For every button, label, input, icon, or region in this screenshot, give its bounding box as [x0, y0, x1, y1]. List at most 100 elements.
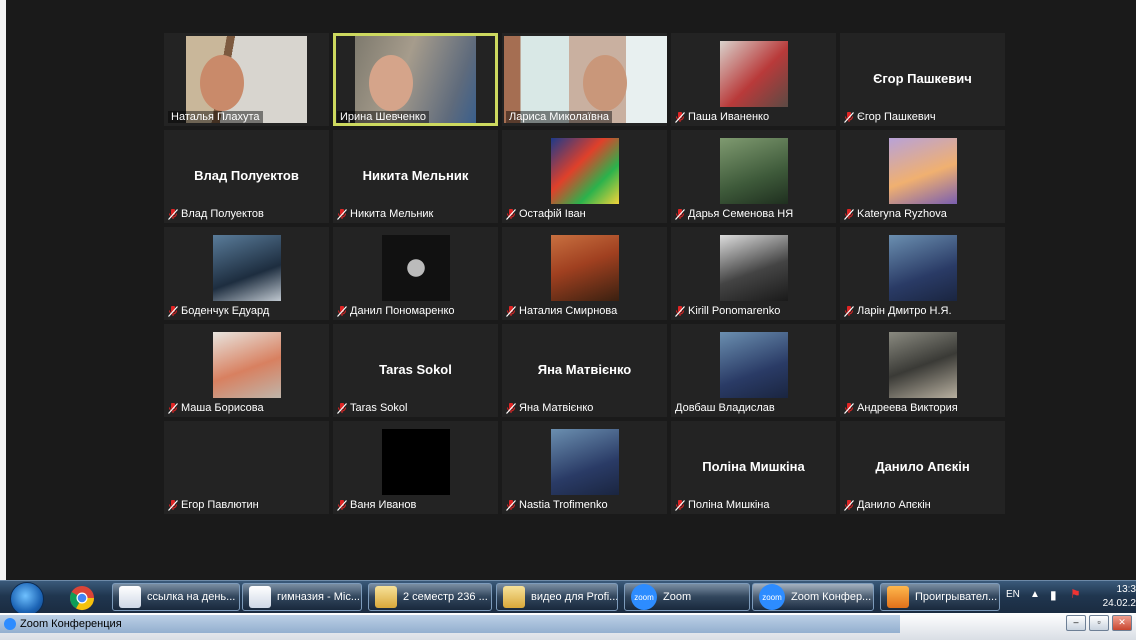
- participant-name: Taras Sokol: [350, 402, 408, 414]
- participant-name-display: Влад Полуектов: [194, 168, 299, 183]
- participant-tile[interactable]: Довбаш Владислав: [671, 324, 836, 417]
- participant-label: Наталия Смирнова: [506, 305, 617, 317]
- participant-tile[interactable]: Наталия Смирнова: [502, 227, 667, 320]
- muted-microphone-icon: [337, 208, 347, 220]
- taskbar-button[interactable]: Проигрывател...: [880, 583, 1000, 611]
- network-icon[interactable]: ▮: [1050, 588, 1057, 602]
- participant-label: Влад Полуектов: [168, 208, 264, 220]
- show-hidden-icons-icon[interactable]: ▲: [1030, 589, 1040, 600]
- zoom-logo-icon: [4, 618, 16, 630]
- participant-label: Наталья Плахута: [168, 111, 263, 123]
- taskbar-button-label: Zoom Конфер...: [791, 591, 872, 603]
- participant-tile[interactable]: Ирина Шевченко: [333, 33, 498, 126]
- participant-tile[interactable]: Данил Пономаренко: [333, 227, 498, 320]
- taskbar-button[interactable]: гимназия - Mic...: [242, 583, 362, 611]
- participant-face: [200, 55, 245, 112]
- muted-microphone-icon: [337, 499, 347, 511]
- muted-microphone-icon: [675, 208, 685, 220]
- participant-name: Данило Апєкін: [857, 499, 931, 511]
- profile-picture: [550, 429, 619, 495]
- muted-microphone-icon: [337, 305, 347, 317]
- participant-tile[interactable]: Данило Апєкін Данило Апєкін: [840, 421, 1005, 514]
- clock[interactable]: 13:3 24.02.2: [1100, 584, 1136, 609]
- participant-tile[interactable]: Ларін Дмитро Н.Я.: [840, 227, 1005, 320]
- participant-face: [369, 55, 414, 112]
- participant-tile[interactable]: Лариса Миколаївна: [502, 33, 667, 126]
- profile-picture: [888, 138, 957, 204]
- muted-microphone-icon: [675, 111, 685, 123]
- participant-tile[interactable]: Егор Павлютин: [164, 421, 329, 514]
- participant-name: Маша Борисова: [181, 402, 264, 414]
- participant-tile[interactable]: Kateryna Ryzhova: [840, 130, 1005, 223]
- language-indicator[interactable]: EN: [1006, 589, 1020, 600]
- taskbar-button[interactable]: zoom Zoom Конфер...: [752, 583, 874, 611]
- participant-tile[interactable]: Дарья Семенова НЯ: [671, 130, 836, 223]
- taskbar-button[interactable]: 2 семестр 236 ...: [368, 583, 492, 611]
- chrome-icon[interactable]: [58, 584, 106, 612]
- muted-microphone-icon: [675, 499, 685, 511]
- participant-tile[interactable]: Боденчук Едуард: [164, 227, 329, 320]
- profile-picture: [550, 235, 619, 301]
- participant-label: Nastia Trofimenko: [506, 499, 608, 511]
- participant-tile[interactable]: Никита Мельник Никита Мельник: [333, 130, 498, 223]
- participant-tile[interactable]: Паша Иваненко: [671, 33, 836, 126]
- taskbar-button-label: Zoom: [663, 591, 692, 603]
- close-button[interactable]: ✕: [1112, 615, 1132, 631]
- participant-tile[interactable]: Андреева Виктория: [840, 324, 1005, 417]
- profile-picture: [550, 138, 619, 204]
- participant-name: Никита Мельник: [350, 208, 434, 220]
- system-tray: EN ▲ ▮ ⚑ 13:3 24.02.2: [1006, 581, 1136, 614]
- participant-label: Taras Sokol: [337, 402, 407, 414]
- participant-tile[interactable]: Остафій Іван: [502, 130, 667, 223]
- participant-label: Довбаш Владислав: [675, 402, 775, 414]
- participant-name: Лариса Миколаївна: [509, 111, 610, 123]
- profile-picture: [381, 429, 450, 495]
- participant-tile[interactable]: Єгор Пашкевич Єгор Пашкевич: [840, 33, 1005, 126]
- participant-tile[interactable]: Kirill Ponomarenko: [671, 227, 836, 320]
- participant-label: Андреева Виктория: [844, 402, 958, 414]
- restore-button[interactable]: ▫: [1089, 615, 1109, 631]
- participant-video: [504, 36, 667, 123]
- taskbar-button-label: видео для Profi...: [531, 591, 618, 603]
- participant-name: Андреева Виктория: [857, 402, 958, 414]
- taskbar-button[interactable]: zoom Zoom: [624, 583, 750, 611]
- muted-microphone-icon: [506, 499, 516, 511]
- participant-label: Дарья Семенова НЯ: [675, 208, 793, 220]
- desktop-bottom-strip: Zoom Конференция – ▫ ✕: [0, 613, 1136, 640]
- participant-label: Ирина Шевченко: [337, 111, 429, 123]
- minimize-button[interactable]: –: [1066, 615, 1086, 631]
- word-doc-icon: [119, 586, 141, 608]
- participant-label: Остафій Іван: [506, 208, 586, 220]
- participant-label: Паша Иваненко: [675, 111, 769, 123]
- participant-name-display: Taras Sokol: [379, 362, 452, 377]
- participant-tile[interactable]: Nastia Trofimenko: [502, 421, 667, 514]
- participant-tile[interactable]: Маша Борисова: [164, 324, 329, 417]
- profile-picture: [719, 235, 788, 301]
- participant-tile[interactable]: Ваня Иванов: [333, 421, 498, 514]
- profile-picture: [381, 235, 450, 301]
- taskbar-button[interactable]: ссылка на день...: [112, 583, 240, 611]
- participant-label: Боденчук Едуард: [168, 305, 269, 317]
- taskbar-button-label: Проигрывател...: [915, 591, 998, 603]
- zoom-window-bar[interactable]: Zoom Конференция: [0, 615, 900, 633]
- participant-name-display: Єгор Пашкевич: [873, 71, 972, 86]
- participant-tile[interactable]: Яна Матвієнко Яна Матвієнко: [502, 324, 667, 417]
- participant-name: Остафій Іван: [519, 208, 586, 220]
- muted-microphone-icon: [844, 208, 854, 220]
- participant-name-display: Никита Мельник: [362, 168, 469, 183]
- taskbar-button-label: 2 семестр 236 ...: [403, 591, 488, 603]
- participant-tile[interactable]: Влад Полуектов Влад Полуектов: [164, 130, 329, 223]
- taskbar-button[interactable]: видео для Profi...: [496, 583, 618, 611]
- participant-tile[interactable]: Поліна Мишкіна Поліна Мишкіна: [671, 421, 836, 514]
- participant-label: Данил Пономаренко: [337, 305, 455, 317]
- participant-label: Ларін Дмитро Н.Я.: [844, 305, 952, 317]
- participant-tile[interactable]: Наталья Плахута: [164, 33, 329, 126]
- participant-label: Kirill Ponomarenko: [675, 305, 780, 317]
- muted-microphone-icon: [506, 402, 516, 414]
- participant-name: Kateryna Ryzhova: [857, 208, 947, 220]
- action-center-flag-icon[interactable]: ⚑: [1070, 587, 1081, 601]
- start-button[interactable]: [10, 582, 44, 616]
- participant-tile[interactable]: Taras Sokol Taras Sokol: [333, 324, 498, 417]
- participant-name: Егор Павлютин: [181, 499, 259, 511]
- participant-name-display: Поліна Мишкіна: [702, 459, 805, 474]
